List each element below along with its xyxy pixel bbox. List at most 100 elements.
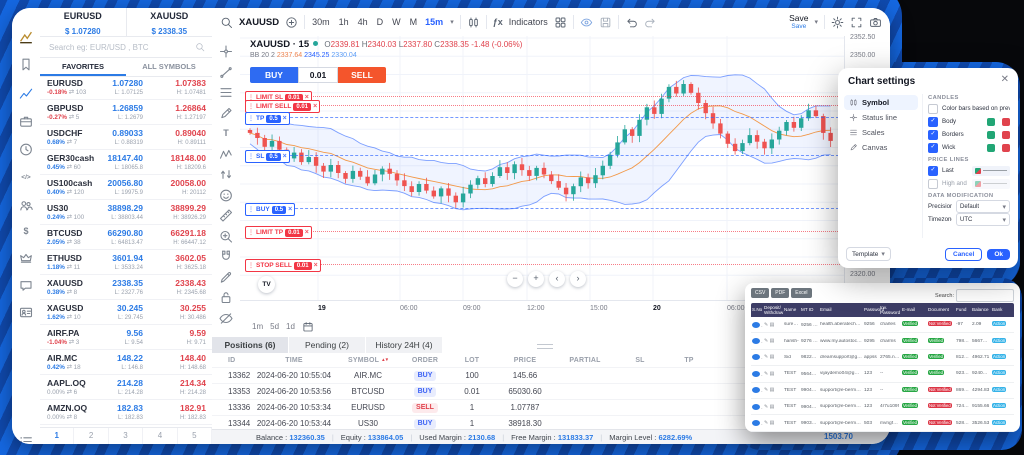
symbol-tab-eurusd[interactable]: EURUSD $ 1.07280 — [40, 8, 126, 36]
watchlist-row-EURUSD[interactable]: EURUSD-0.18% ⇄ 1031.072801.07383L: 1.071… — [40, 75, 212, 100]
checkbox[interactable]: ✓ — [928, 166, 938, 176]
ask-price[interactable]: 182.91 — [180, 403, 206, 413]
timeframe-1h[interactable]: 1h — [338, 17, 350, 27]
admin-row-14[interactable]: 14✎ ▤suresh-9256 ✎health.aberatech@gmail… — [751, 317, 1014, 333]
tab-positions[interactable]: Positions (6) — [212, 337, 289, 353]
timeframe-M[interactable]: M — [409, 17, 419, 27]
order-tag-value[interactable]: 0.5 — [266, 115, 280, 123]
pencil-icon[interactable] — [219, 270, 234, 285]
close-icon[interactable]: × — [314, 262, 318, 269]
bid-price[interactable]: 38898.29 — [108, 203, 143, 213]
scroll-left-button[interactable]: ‹ — [549, 271, 565, 287]
bid-price[interactable]: 2338.35 — [112, 278, 143, 288]
settings-nav-canvas[interactable]: Canvas — [844, 140, 918, 155]
brush-icon[interactable] — [219, 106, 234, 121]
checkbox[interactable]: ✓ — [928, 117, 938, 127]
column-header-price[interactable]: PRICE — [494, 357, 556, 364]
watchlist-row-GBPUSD[interactable]: GBPUSD-0.27% ⇄ 51.268591.26864L: 1.2679H… — [40, 100, 212, 125]
ask-price[interactable]: 148.40 — [180, 353, 206, 363]
watchlist-row-USDCHF[interactable]: USDCHF0.68% ⇄ 70.890330.89040L: 0.88319H… — [40, 125, 212, 150]
deposit-withdraw-icons[interactable]: ✎ ▤ — [763, 420, 783, 426]
admin-row-21[interactable]: 21✎ ▤TEST95647 ✎vijaydemo04@gmail.com123… — [751, 366, 1014, 382]
bid-price[interactable]: 148.22 — [117, 353, 143, 363]
close-icon[interactable]: ✕ — [1001, 74, 1009, 85]
bid-price[interactable]: 1.26859 — [112, 103, 143, 113]
order-tag-buy[interactable]: ⋮BUY0.5× — [245, 203, 295, 216]
bid-price[interactable]: 3601.94 — [112, 253, 143, 263]
sidebar-item-menu-icon[interactable] — [19, 434, 34, 444]
bid-price[interactable]: 1.07280 — [112, 78, 143, 88]
chevron-down-icon[interactable]: ▾ — [450, 18, 454, 26]
admin-column-mt-id[interactable]: MT ID — [800, 307, 819, 312]
zoom-in-icon[interactable] — [219, 229, 234, 244]
buy-button[interactable]: BUY — [250, 67, 298, 83]
admin-column-email[interactable]: Email — [819, 307, 863, 312]
select-timezone[interactable]: UTC▾ — [956, 213, 1010, 226]
order-tag-value[interactable]: 0.01 — [285, 229, 303, 237]
column-header-lot[interactable]: LOT — [450, 357, 494, 364]
undo-icon[interactable] — [625, 16, 638, 29]
color-swatch[interactable] — [1002, 144, 1010, 152]
sidebar-item-charts-icon[interactable] — [19, 86, 34, 101]
action-button[interactable]: Action — [992, 387, 1006, 392]
ask-price[interactable]: 18148.00 — [171, 153, 206, 163]
sell-button[interactable]: SELL — [338, 67, 386, 83]
fib-retracement-icon[interactable] — [219, 85, 234, 100]
sidebar-item-history-icon[interactable] — [19, 142, 34, 157]
ask-price[interactable]: 66291.18 — [171, 228, 206, 238]
export-button-excel[interactable]: Excel — [791, 288, 811, 298]
bid-price[interactable]: 0.89033 — [112, 128, 143, 138]
camera-icon[interactable] — [869, 16, 882, 29]
lot-size-input[interactable]: 0.01 — [298, 67, 338, 83]
redo-icon[interactable] — [644, 16, 657, 29]
watchlist-row-US30[interactable]: US300.24% ⇄ 10038898.2938899.29L: 38803.… — [40, 200, 212, 225]
tradingview-logo[interactable]: TV — [258, 276, 275, 293]
sidebar-item-api-icon[interactable]: </> — [19, 170, 34, 185]
gear-icon[interactable] — [831, 16, 844, 29]
action-button[interactable]: Action — [992, 420, 1006, 425]
sidebar-item-funds-icon[interactable]: $ — [19, 224, 34, 239]
fx-icon[interactable]: ƒx — [493, 17, 503, 27]
timeframe-W[interactable]: W — [391, 17, 402, 27]
timeframe-D[interactable]: D — [376, 17, 385, 27]
ask-price[interactable]: 20058.00 — [171, 178, 206, 188]
watchlist-row-XAUUSD[interactable]: XAUUSD0.38% ⇄ 82338.352338.43L: 2327.76H… — [40, 275, 212, 300]
ask-price[interactable]: 214.34 — [180, 378, 206, 388]
zoom-out-button[interactable]: − — [507, 271, 523, 287]
text-icon[interactable]: T — [219, 126, 234, 141]
sidebar-item-clients-icon[interactable] — [19, 198, 34, 213]
column-header-tp[interactable]: TP — [666, 357, 712, 364]
ask-price[interactable]: 9.59 — [189, 328, 206, 338]
lock-icon[interactable] — [219, 290, 234, 305]
ask-price[interactable]: 30.255 — [180, 303, 206, 313]
page-button-3[interactable]: 3 — [109, 428, 143, 444]
close-icon[interactable]: × — [305, 229, 309, 236]
color-swatch[interactable] — [987, 144, 995, 152]
symbol-tab-xauusd[interactable]: XAUUSD $ 2338.35 — [126, 8, 213, 36]
close-icon[interactable]: × — [288, 206, 292, 213]
order-tag-value[interactable]: 0.01 — [294, 262, 312, 270]
watchlist-row-ETHUSD[interactable]: ETHUSD1.18% ⇄ 113601.943602.05L: 3533.24… — [40, 250, 212, 275]
page-button-2[interactable]: 2 — [74, 428, 108, 444]
sidebar-item-watchlist-icon[interactable] — [19, 57, 34, 72]
order-tag-tp[interactable]: ⋮TP0.5× — [245, 112, 290, 125]
compare-add-icon[interactable] — [285, 16, 298, 29]
panel-drag-handle[interactable] — [537, 344, 553, 349]
bid-price[interactable]: 30.245 — [117, 303, 143, 313]
column-header-time[interactable]: TIME — [252, 357, 336, 364]
ask-price[interactable]: 2338.43 — [175, 278, 206, 288]
page-button-4[interactable]: 4 — [143, 428, 177, 444]
order-tag-stop-sell[interactable]: ⋮STOP SELL0.01× — [245, 259, 321, 272]
save-button[interactable]: Save Save — [789, 14, 808, 30]
bid-price[interactable]: 182.83 — [117, 403, 143, 413]
line-style-control[interactable] — [972, 166, 1010, 176]
sidebar-item-account-icon[interactable] — [19, 305, 34, 320]
color-swatch[interactable] — [1002, 131, 1010, 139]
scroll-right-button[interactable]: › — [570, 271, 586, 287]
ask-price[interactable]: 1.26864 — [175, 103, 206, 113]
admin-column-s-no[interactable]: S.No — [751, 307, 763, 312]
watchlist-row-AIR.MC[interactable]: AIR.MC0.42% ⇄ 18148.22148.40L: 146.8H: 1… — [40, 350, 212, 375]
deposit-withdraw-icons[interactable]: ✎ ▤ — [763, 338, 783, 344]
admin-search-input[interactable] — [956, 289, 1014, 302]
action-button[interactable]: Action — [992, 403, 1006, 408]
